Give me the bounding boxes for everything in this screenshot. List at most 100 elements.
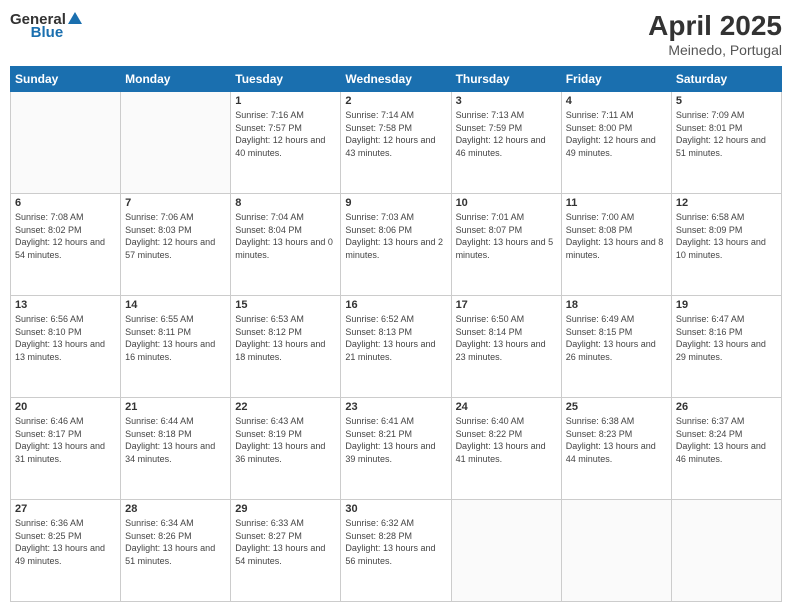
- day-number: 30: [345, 503, 446, 515]
- calendar-day-cell: 12 Sunrise: 6:58 AMSunset: 8:09 PMDayligh…: [671, 194, 781, 296]
- logo: General Blue: [10, 10, 84, 41]
- day-number: 26: [676, 401, 777, 413]
- calendar-day-cell: 20 Sunrise: 6:46 AMSunset: 8:17 PMDayligh…: [11, 398, 121, 500]
- calendar-day-cell: [121, 92, 231, 194]
- calendar-day-cell: 23 Sunrise: 6:41 AMSunset: 8:21 PMDayligh…: [341, 398, 451, 500]
- day-number: 25: [566, 401, 667, 413]
- day-number: 1: [235, 95, 336, 107]
- day-number: 3: [456, 95, 557, 107]
- day-info: Sunrise: 7:16 AMSunset: 7:57 PMDaylight:…: [235, 109, 336, 159]
- logo-blue-text: Blue: [31, 24, 64, 41]
- calendar-day-cell: [671, 500, 781, 602]
- weekday-header: Sunday: [11, 67, 121, 92]
- day-number: 19: [676, 299, 777, 311]
- day-info: Sunrise: 7:03 AMSunset: 8:06 PMDaylight:…: [345, 211, 446, 261]
- day-info: Sunrise: 7:08 AMSunset: 8:02 PMDaylight:…: [15, 211, 116, 261]
- day-number: 7: [125, 197, 226, 209]
- calendar-day-cell: 24 Sunrise: 6:40 AMSunset: 8:22 PMDayligh…: [451, 398, 561, 500]
- calendar-day-cell: 1 Sunrise: 7:16 AMSunset: 7:57 PMDaylight…: [231, 92, 341, 194]
- day-info: Sunrise: 6:36 AMSunset: 8:25 PMDaylight:…: [15, 517, 116, 567]
- calendar-day-cell: 4Sunrise: 7:11 AMSunset: 8:00 PMDaylight…: [561, 92, 671, 194]
- day-number: 20: [15, 401, 116, 413]
- day-info: Sunrise: 6:33 AMSunset: 8:27 PMDaylight:…: [235, 517, 336, 567]
- calendar-day-cell: 27 Sunrise: 6:36 AMSunset: 8:25 PMDayligh…: [11, 500, 121, 602]
- day-info: Sunrise: 6:58 AMSunset: 8:09 PMDaylight:…: [676, 211, 777, 261]
- calendar-day-cell: 5 Sunrise: 7:09 AMSunset: 8:01 PMDaylight…: [671, 92, 781, 194]
- calendar-day-cell: 25 Sunrise: 6:38 AMSunset: 8:23 PMDayligh…: [561, 398, 671, 500]
- day-info: Sunrise: 6:56 AMSunset: 8:10 PMDaylight:…: [15, 313, 116, 363]
- day-number: 24: [456, 401, 557, 413]
- calendar-day-cell: 15 Sunrise: 6:53 AMSunset: 8:12 PMDayligh…: [231, 296, 341, 398]
- day-number: 16: [345, 299, 446, 311]
- day-info: Sunrise: 6:55 AMSunset: 8:11 PMDaylight:…: [125, 313, 226, 363]
- calendar-day-cell: 7 Sunrise: 7:06 AMSunset: 8:03 PMDaylight…: [121, 194, 231, 296]
- calendar-day-cell: 17 Sunrise: 6:50 AMSunset: 8:14 PMDayligh…: [451, 296, 561, 398]
- calendar-day-cell: 30Sunrise: 6:32 AMSunset: 8:28 PMDayligh…: [341, 500, 451, 602]
- weekday-header: Thursday: [451, 67, 561, 92]
- calendar-week-row: 27 Sunrise: 6:36 AMSunset: 8:25 PMDayligh…: [11, 500, 782, 602]
- day-info: Sunrise: 6:40 AMSunset: 8:22 PMDaylight:…: [456, 415, 557, 465]
- calendar-day-cell: 10 Sunrise: 7:01 AMSunset: 8:07 PMDayligh…: [451, 194, 561, 296]
- calendar-week-row: 6 Sunrise: 7:08 AMSunset: 8:02 PMDaylight…: [11, 194, 782, 296]
- day-number: 18: [566, 299, 667, 311]
- day-number: 6: [15, 197, 116, 209]
- day-number: 5: [676, 95, 777, 107]
- calendar-day-cell: 3Sunrise: 7:13 AMSunset: 7:59 PMDaylight…: [451, 92, 561, 194]
- title-location: Meinedo, Portugal: [648, 42, 782, 58]
- day-number: 27: [15, 503, 116, 515]
- day-info: Sunrise: 6:52 AMSunset: 8:13 PMDaylight:…: [345, 313, 446, 363]
- day-info: Sunrise: 6:41 AMSunset: 8:21 PMDaylight:…: [345, 415, 446, 465]
- day-info: Sunrise: 6:53 AMSunset: 8:12 PMDaylight:…: [235, 313, 336, 363]
- weekday-header: Tuesday: [231, 67, 341, 92]
- weekday-header: Saturday: [671, 67, 781, 92]
- day-info: Sunrise: 7:04 AMSunset: 8:04 PMDaylight:…: [235, 211, 336, 261]
- day-info: Sunrise: 6:46 AMSunset: 8:17 PMDaylight:…: [15, 415, 116, 465]
- day-number: 8: [235, 197, 336, 209]
- weekday-header: Monday: [121, 67, 231, 92]
- day-info: Sunrise: 6:43 AMSunset: 8:19 PMDaylight:…: [235, 415, 336, 465]
- day-info: Sunrise: 6:47 AMSunset: 8:16 PMDaylight:…: [676, 313, 777, 363]
- logo-icon: [66, 10, 84, 28]
- calendar-day-cell: 2 Sunrise: 7:14 AMSunset: 7:58 PMDaylight…: [341, 92, 451, 194]
- day-info: Sunrise: 7:11 AMSunset: 8:00 PMDaylight:…: [566, 109, 667, 159]
- calendar-table: SundayMondayTuesdayWednesdayThursdayFrid…: [10, 66, 782, 602]
- calendar-header-row: SundayMondayTuesdayWednesdayThursdayFrid…: [11, 67, 782, 92]
- day-number: 23: [345, 401, 446, 413]
- calendar-day-cell: 28Sunrise: 6:34 AMSunset: 8:26 PMDayligh…: [121, 500, 231, 602]
- calendar-day-cell: [11, 92, 121, 194]
- day-number: 12: [676, 197, 777, 209]
- day-info: Sunrise: 6:44 AMSunset: 8:18 PMDaylight:…: [125, 415, 226, 465]
- calendar-day-cell: 29 Sunrise: 6:33 AMSunset: 8:27 PMDayligh…: [231, 500, 341, 602]
- day-number: 13: [15, 299, 116, 311]
- day-number: 10: [456, 197, 557, 209]
- calendar-week-row: 20 Sunrise: 6:46 AMSunset: 8:17 PMDayligh…: [11, 398, 782, 500]
- day-info: Sunrise: 6:50 AMSunset: 8:14 PMDaylight:…: [456, 313, 557, 363]
- calendar-day-cell: 21 Sunrise: 6:44 AMSunset: 8:18 PMDayligh…: [121, 398, 231, 500]
- calendar-day-cell: [561, 500, 671, 602]
- calendar-day-cell: 8 Sunrise: 7:04 AMSunset: 8:04 PMDaylight…: [231, 194, 341, 296]
- day-info: Sunrise: 7:01 AMSunset: 8:07 PMDaylight:…: [456, 211, 557, 261]
- calendar-week-row: 1 Sunrise: 7:16 AMSunset: 7:57 PMDaylight…: [11, 92, 782, 194]
- day-info: Sunrise: 7:14 AMSunset: 7:58 PMDaylight:…: [345, 109, 446, 159]
- calendar-day-cell: 13 Sunrise: 6:56 AMSunset: 8:10 PMDayligh…: [11, 296, 121, 398]
- weekday-header: Friday: [561, 67, 671, 92]
- day-info: Sunrise: 7:09 AMSunset: 8:01 PMDaylight:…: [676, 109, 777, 159]
- day-number: 15: [235, 299, 336, 311]
- day-info: Sunrise: 6:49 AMSunset: 8:15 PMDaylight:…: [566, 313, 667, 363]
- calendar-day-cell: [451, 500, 561, 602]
- title-month: April 2025: [648, 10, 782, 42]
- calendar-day-cell: 16 Sunrise: 6:52 AMSunset: 8:13 PMDayligh…: [341, 296, 451, 398]
- day-number: 21: [125, 401, 226, 413]
- day-number: 9: [345, 197, 446, 209]
- calendar-day-cell: 11 Sunrise: 7:00 AMSunset: 8:08 PMDayligh…: [561, 194, 671, 296]
- calendar-day-cell: 6 Sunrise: 7:08 AMSunset: 8:02 PMDaylight…: [11, 194, 121, 296]
- day-number: 11: [566, 197, 667, 209]
- day-number: 17: [456, 299, 557, 311]
- day-info: Sunrise: 7:06 AMSunset: 8:03 PMDaylight:…: [125, 211, 226, 261]
- day-info: Sunrise: 7:00 AMSunset: 8:08 PMDaylight:…: [566, 211, 667, 261]
- day-number: 29: [235, 503, 336, 515]
- calendar-day-cell: 18 Sunrise: 6:49 AMSunset: 8:15 PMDayligh…: [561, 296, 671, 398]
- day-info: Sunrise: 6:38 AMSunset: 8:23 PMDaylight:…: [566, 415, 667, 465]
- day-number: 28: [125, 503, 226, 515]
- day-number: 2: [345, 95, 446, 107]
